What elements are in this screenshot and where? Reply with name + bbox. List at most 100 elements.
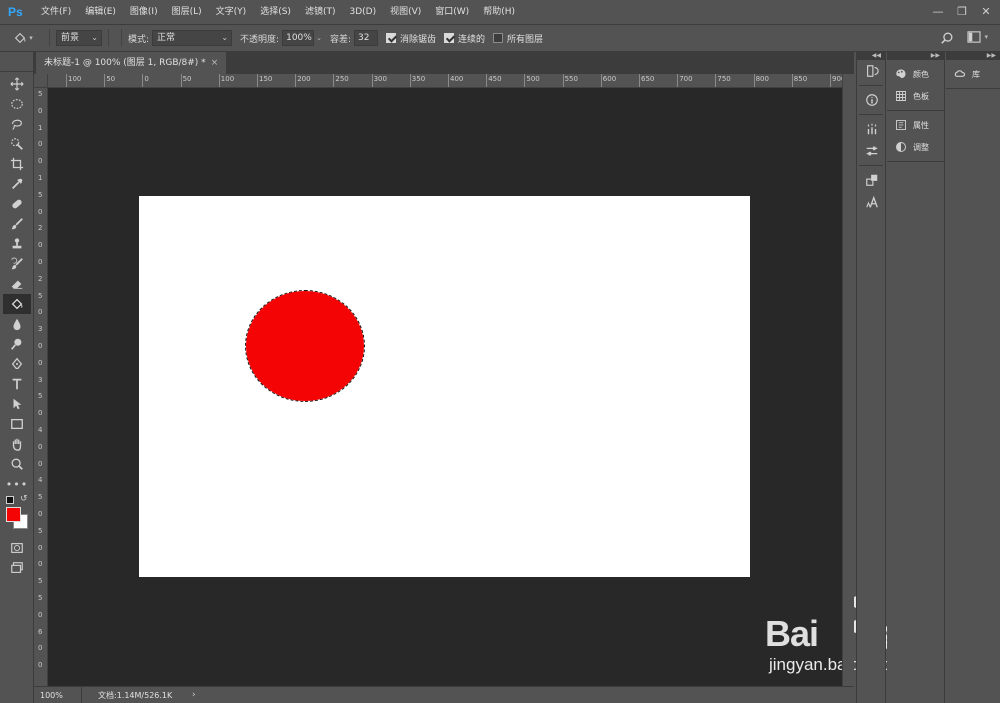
brush-presets-button[interactable]: [859, 118, 885, 140]
collapse-icon[interactable]: ◀◀: [857, 52, 885, 60]
ruler-label: 800: [755, 75, 769, 83]
ruler-tick: [562, 74, 564, 87]
collapse-icon[interactable]: ▶▶: [946, 52, 1000, 60]
vertical-scrollbar[interactable]: [842, 74, 854, 686]
marquee-tool[interactable]: [3, 94, 31, 114]
minimize-icon[interactable]: —: [930, 5, 946, 19]
clone-source-button[interactable]: [859, 169, 885, 191]
swatches-panel-tab[interactable]: 色板: [887, 85, 944, 107]
menu-select[interactable]: 选择(S): [253, 0, 298, 24]
menu-file[interactable]: 文件(F): [34, 0, 78, 24]
pen-tool[interactable]: [3, 354, 31, 374]
menu-layer[interactable]: 图层(L): [165, 0, 209, 24]
ruler-tick: [600, 74, 602, 87]
ruler-label: 0: [38, 543, 43, 552]
zoom-level-field[interactable]: 100%: [34, 686, 82, 703]
default-colors-icon[interactable]: [6, 496, 14, 504]
properties-panel-tab[interactable]: 属性: [887, 114, 944, 136]
close-icon[interactable]: ✕: [978, 5, 994, 19]
blend-mode-select[interactable]: 正常 ⌄: [152, 30, 233, 46]
edit-toolbar-button[interactable]: •••: [3, 474, 31, 494]
eyedropper-tool[interactable]: [3, 174, 31, 194]
ruler-tick: [486, 74, 488, 87]
antialias-checkbox[interactable]: [386, 33, 397, 43]
collapse-icon[interactable]: ▶▶: [887, 52, 944, 60]
chevron-down-icon[interactable]: ⌄: [316, 34, 322, 42]
horizontal-ruler[interactable]: 100 50 0 50 100 150 200 250 300 350 400 450 500 550 60…: [48, 74, 842, 88]
ruler-label: 0: [38, 644, 43, 653]
ruler-label: 0: [38, 610, 43, 619]
foreground-color-swatch[interactable]: [6, 507, 21, 522]
paint-bucket-tool[interactable]: [3, 294, 31, 314]
path-selection-tool[interactable]: [3, 394, 31, 414]
ruler-corner[interactable]: [34, 74, 48, 88]
workspace-icon: [967, 31, 982, 43]
ruler-label: 2: [38, 274, 43, 283]
hand-tool[interactable]: [3, 434, 31, 454]
antialias-label: 消除锯齿: [400, 34, 437, 45]
move-tool[interactable]: [3, 74, 31, 94]
character-panel-button[interactable]: [859, 191, 885, 213]
history-panel-button[interactable]: [859, 60, 885, 82]
healing-brush-tool[interactable]: [3, 194, 31, 214]
screen-mode-button[interactable]: [3, 558, 31, 578]
search-icon[interactable]: [940, 31, 954, 48]
info-panel-button[interactable]: [859, 89, 885, 111]
history-brush-tool[interactable]: [3, 254, 31, 274]
toolbar-collapse-bar[interactable]: [0, 52, 33, 72]
color-panel-tab[interactable]: 颜色: [887, 63, 944, 85]
brush-settings-button[interactable]: [859, 140, 885, 162]
vertical-ruler[interactable]: 5 0 1 0 0 1 5 0 2 0 0 2 5 0 3 0 0 3 5 0 4 0 0 4 5 0 5 0 0 5 5 0 6 0 0: [34, 88, 48, 686]
tool-preset-picker[interactable]: ▾: [6, 28, 40, 48]
document-tab[interactable]: 未标题-1 @ 100% (图层 1, RGB/8#) * ×: [36, 52, 227, 74]
close-icon[interactable]: ×: [211, 58, 219, 68]
menu-3d[interactable]: 3D(D): [342, 0, 383, 24]
quick-mask-button[interactable]: [3, 538, 31, 558]
properties-panel-label: 属性: [913, 120, 929, 130]
libraries-panel-tab[interactable]: 库: [946, 63, 1000, 85]
brush-tool[interactable]: [3, 214, 31, 234]
workspace-switcher[interactable]: ▾: [967, 31, 988, 43]
menu-help[interactable]: 帮助(H): [476, 0, 522, 24]
menu-type[interactable]: 文字(Y): [209, 0, 254, 24]
blur-tool[interactable]: [3, 314, 31, 334]
swap-colors-icon[interactable]: ↺: [20, 494, 28, 504]
tolerance-input[interactable]: 32: [354, 30, 379, 46]
palette-icon: [896, 69, 906, 79]
restore-icon[interactable]: ❐: [954, 5, 970, 19]
ruler-label: 5: [38, 526, 43, 535]
panel-column: ▶▶ 颜色 色板 属性 调整: [887, 52, 945, 703]
ruler-tick: [715, 74, 717, 87]
all-layers-checkbox[interactable]: [493, 33, 504, 43]
rectangle-tool[interactable]: [3, 414, 31, 434]
pasteboard[interactable]: Baidu 经验 jingyan.baidu.com: [48, 88, 932, 686]
ruler-label: 0: [38, 308, 43, 317]
eraser-tool[interactable]: [3, 274, 31, 294]
cc-libraries-icon: [954, 70, 966, 77]
fill-source-select[interactable]: 前景 ⌄: [56, 30, 102, 46]
menu-window[interactable]: 窗口(W): [428, 0, 476, 24]
opacity-input[interactable]: 100%: [282, 30, 315, 46]
quick-selection-tool[interactable]: [3, 134, 31, 154]
document-canvas[interactable]: [139, 196, 750, 577]
chevron-down-icon: ▾: [984, 33, 988, 41]
pen-icon: [11, 357, 23, 369]
menu-filter[interactable]: 滤镜(T): [298, 0, 343, 24]
adjustments-panel-tab[interactable]: 调整: [887, 136, 944, 158]
separator: [859, 165, 883, 166]
contiguous-checkbox[interactable]: [444, 33, 455, 43]
zoom-tool[interactable]: [3, 454, 31, 474]
status-menu-icon[interactable]: ›: [192, 690, 196, 700]
menu-edit[interactable]: 编辑(E): [78, 0, 123, 24]
ruler-label: 250: [335, 75, 349, 83]
type-tool[interactable]: [3, 374, 31, 394]
clone-stamp-tool[interactable]: [3, 234, 31, 254]
menu-image[interactable]: 图像(I): [123, 0, 165, 24]
separator: [49, 29, 50, 47]
ruler-label: 100: [68, 75, 82, 83]
menu-view[interactable]: 视图(V): [383, 0, 428, 24]
dodge-tool[interactable]: [3, 334, 31, 354]
crop-tool[interactable]: [3, 154, 31, 174]
lasso-tool[interactable]: [3, 114, 31, 134]
ruler-label: 600: [602, 75, 617, 83]
